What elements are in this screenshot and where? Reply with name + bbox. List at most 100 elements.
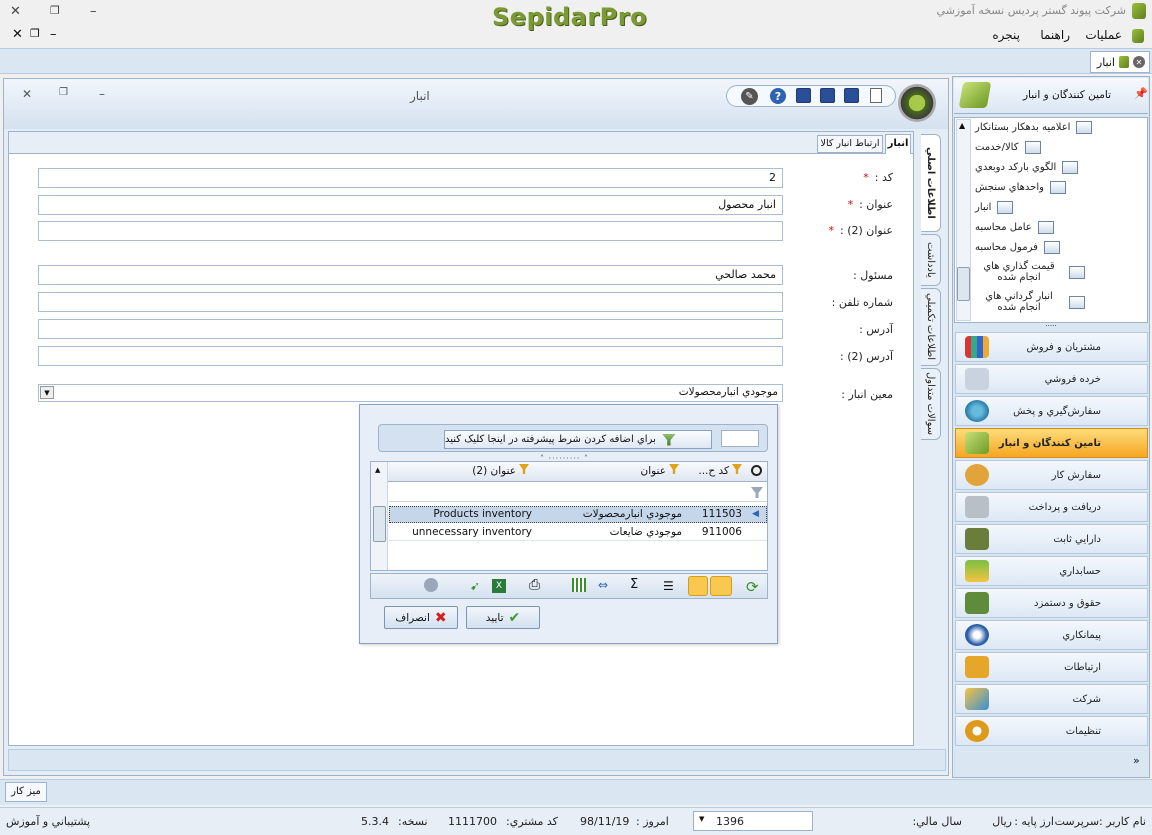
- tree-scroll-up-icon[interactable]: ▲: [959, 121, 965, 130]
- side-tab-notes[interactable]: يادداشت: [921, 234, 941, 286]
- document-tab-warehouse[interactable]: انبار ✕: [1090, 51, 1150, 73]
- title-field[interactable]: انبار محصول: [38, 195, 783, 215]
- desktop-button[interactable]: ميز کار: [5, 782, 47, 802]
- title-label-text: عنوان :: [859, 198, 893, 211]
- nav-expand-icon[interactable]: »: [1133, 754, 1140, 767]
- combo-dropdown-icon[interactable]: ▼: [40, 386, 54, 399]
- fiscal-year-select[interactable]: [693, 811, 813, 831]
- warehouse-account-label: معين انبار :: [841, 388, 893, 401]
- side-tab-main-info[interactable]: اطلاعات اصلي: [921, 134, 941, 232]
- column-chooser-icon[interactable]: [572, 578, 586, 592]
- nav-splitter[interactable]: ·····: [954, 323, 1148, 331]
- phone-field[interactable]: [38, 292, 783, 312]
- address-field[interactable]: [38, 319, 783, 339]
- module-accounting[interactable]: حسابداري: [955, 556, 1148, 586]
- funnel-active-icon[interactable]: [710, 576, 732, 596]
- restore-icon[interactable]: ❐: [50, 4, 60, 17]
- code-field[interactable]: 2: [38, 168, 783, 188]
- module-retail[interactable]: خرده فروشي: [955, 364, 1148, 394]
- form-close-icon[interactable]: ✕: [22, 87, 32, 101]
- responsible-field[interactable]: محمد صالحي: [38, 265, 783, 285]
- module-company[interactable]: شرکت: [955, 684, 1148, 714]
- cancel-button[interactable]: ✖ انصراف: [384, 606, 458, 629]
- status-version-label: نسخه:: [398, 815, 428, 828]
- funnel-icon[interactable]: [688, 576, 708, 596]
- menu-window[interactable]: پنجره: [992, 28, 1020, 42]
- close-icon[interactable]: ✕: [10, 4, 21, 19]
- print-icon[interactable]: ⎙: [529, 577, 540, 593]
- scroll-up-icon[interactable]: ▲: [375, 466, 380, 474]
- title-bar: ✕ ❐ – SepidarPro شرکت پيوند گستر پرديس ن…: [0, 0, 1152, 31]
- filter-row[interactable]: [389, 484, 767, 502]
- status-customer-label: کد مشتري:: [506, 815, 558, 828]
- row1-code: 111503: [701, 508, 742, 520]
- tree-item[interactable]: واحدهاي سنجش: [975, 177, 1138, 197]
- tree-item[interactable]: عامل محاسبه: [975, 217, 1138, 237]
- module-ordering-distribution[interactable]: سفارش‌گيري و پخش: [955, 396, 1148, 426]
- tree-item[interactable]: قيمت گذاري هاي انجام شده: [975, 258, 1138, 286]
- side-tab-extra-info[interactable]: اطلاعات تکميلي: [921, 288, 941, 366]
- tab-close-icon[interactable]: ✕: [1133, 56, 1145, 68]
- module-customers-sales[interactable]: مشتريان و فروش: [955, 332, 1148, 362]
- tools-icon[interactable]: ✎: [741, 88, 758, 105]
- mdi-close-icon[interactable]: ✕: [12, 27, 23, 42]
- module-communications[interactable]: ارتباطات: [955, 652, 1148, 682]
- warehouse-account-combo[interactable]: موجودي انبارمحصولات: [38, 384, 783, 402]
- save-icon[interactable]: [844, 88, 859, 103]
- col-header-title2[interactable]: عنوان (2): [389, 463, 537, 480]
- module-settings[interactable]: تنظيمات: [955, 716, 1148, 746]
- fiscal-year-dropdown-icon[interactable]: ▼: [699, 815, 704, 823]
- tree-item[interactable]: الگوي بارکد دوبعدي: [975, 157, 1138, 177]
- mdi-restore-icon[interactable]: ❐: [30, 27, 40, 40]
- grid-icon: [1069, 265, 1085, 279]
- module-contracting[interactable]: پيمانکاري: [955, 620, 1148, 650]
- module-work-order[interactable]: سفارش کار: [955, 460, 1148, 490]
- new-document-icon[interactable]: [870, 88, 882, 103]
- menu-help[interactable]: راهنما: [1040, 28, 1070, 42]
- side-tab-faq[interactable]: سوالات متداول: [921, 368, 941, 440]
- refresh-icon[interactable]: ⟳: [746, 578, 759, 596]
- support-link[interactable]: پشتيباني و آموزش: [6, 815, 90, 828]
- address2-field[interactable]: [38, 346, 783, 366]
- tree-item[interactable]: انبار گرداني هاي انجام شده: [975, 288, 1138, 316]
- save-new-icon[interactable]: [796, 88, 811, 103]
- tree-item[interactable]: انبار: [975, 197, 1138, 217]
- excel-icon[interactable]: X: [492, 579, 506, 593]
- col-header-title[interactable]: عنوان: [537, 463, 687, 480]
- ok-button[interactable]: ✔ تاييد: [466, 606, 540, 629]
- grid-icon: [1069, 295, 1085, 309]
- mdi-minimize-icon[interactable]: –: [50, 27, 57, 42]
- menu-operations[interactable]: عمليات: [1085, 28, 1122, 42]
- advanced-filter-button[interactable]: براي اضافه کردن شرط پيشرفته در اينجا کلي…: [444, 430, 712, 449]
- grid-search-icon[interactable]: [751, 465, 762, 476]
- save-close-icon[interactable]: [820, 88, 835, 103]
- globe-icon: [965, 400, 989, 422]
- form-restore-icon[interactable]: ❐: [59, 87, 68, 98]
- module-suppliers-warehouse[interactable]: تامين کنندگان و انبار: [955, 428, 1148, 458]
- tree-item[interactable]: فرمول محاسبه: [975, 237, 1138, 257]
- pin-icon[interactable]: 📌: [1134, 87, 1148, 100]
- record-icon[interactable]: [424, 578, 438, 592]
- columns-icon[interactable]: ☰: [663, 579, 674, 593]
- tree-item[interactable]: کالا/خدمت: [975, 137, 1138, 157]
- form-minimize-icon[interactable]: –: [99, 87, 105, 101]
- scroll-thumb[interactable]: [373, 506, 386, 542]
- col-header-code[interactable]: کد ح...: [687, 463, 747, 480]
- resize-icon[interactable]: ⇔: [598, 578, 608, 592]
- status-user: نام کاربر :سرپرست: [1054, 815, 1146, 828]
- title2-field[interactable]: [38, 221, 783, 241]
- minimize-icon[interactable]: –: [90, 4, 97, 19]
- tree-item[interactable]: اعلاميه بدهکار بستانکار: [975, 117, 1138, 137]
- filter-extra-box[interactable]: [721, 430, 759, 447]
- module-receipts-payments[interactable]: دريافت و پرداخت: [955, 492, 1148, 522]
- tab-warehouse-item-link[interactable]: ارتباط انبار کالا: [817, 135, 883, 153]
- tree-item-label: کالا/خدمت: [975, 141, 1019, 153]
- tree-scroll-thumb[interactable]: [957, 267, 970, 301]
- row1-title: موجودي انبارمحصولات: [582, 508, 682, 520]
- help-icon[interactable]: ?: [770, 88, 786, 104]
- module-payroll[interactable]: حقوق و دستمزد: [955, 588, 1148, 618]
- export-icon[interactable]: ➹: [470, 579, 480, 593]
- tab-warehouse[interactable]: انبار: [885, 134, 911, 154]
- module-fixed-assets[interactable]: دارايي ثابت: [955, 524, 1148, 554]
- sum-icon[interactable]: Σ: [630, 577, 638, 592]
